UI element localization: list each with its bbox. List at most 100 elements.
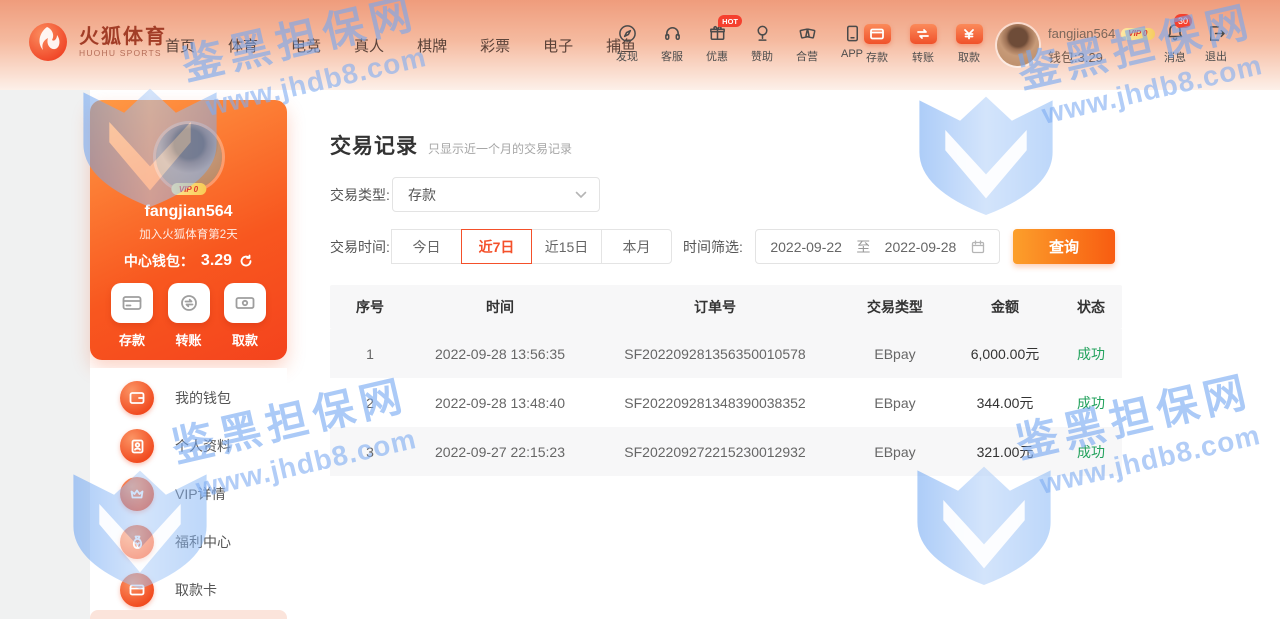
logout-icon	[1207, 24, 1226, 43]
col-header-seq: 序号	[330, 297, 410, 317]
top-header: 火狐体育 HUOHU SPORTS 首页体育电竞真人棋牌彩票电子捕鱼 发现 客服…	[0, 0, 1280, 90]
sidebar-item-personal-info[interactable]: 个人资料	[90, 422, 287, 470]
type-filter-label: 交易类型:	[330, 185, 400, 205]
quick-label: 存款	[866, 49, 888, 65]
cell-status: 成功	[1060, 344, 1122, 364]
transfer-arrows-icon	[168, 283, 210, 323]
deposit-quick-button[interactable]: 存款	[861, 24, 893, 65]
messages-button[interactable]: 30 消息	[1158, 22, 1192, 65]
withdraw-button[interactable]: 取款	[224, 283, 266, 349]
time-filter-label: 交易时间:	[330, 237, 400, 257]
sponsor-link[interactable]: 赞助	[747, 24, 777, 64]
cell-order-number: SF202209272215230012932	[590, 444, 840, 460]
date-separator: 至	[856, 237, 870, 257]
left-gutter	[0, 90, 90, 619]
nav-item[interactable]: 电竞	[291, 35, 321, 56]
date-to-value: 2022-09-28	[885, 239, 957, 255]
action-label: 存款	[119, 330, 145, 349]
refresh-icon[interactable]	[239, 254, 253, 268]
page-subtitle: 只显示近一个月的交易记录	[428, 140, 572, 157]
discover-link[interactable]: 发现	[612, 24, 642, 64]
transfer-quick-button[interactable]: 转账	[907, 24, 939, 65]
time-tab[interactable]: 本月	[601, 229, 672, 264]
wallet-icon	[120, 381, 154, 415]
sidebar-item-vip-details[interactable]: VIP详情	[90, 470, 287, 518]
col-header-time: 时间	[410, 297, 590, 317]
center-wallet-value: 3.29	[201, 252, 232, 270]
main-nav: 首页体育电竞真人棋牌彩票电子捕鱼	[165, 0, 636, 90]
sidebar-item-label: 我的钱包	[175, 388, 231, 408]
nav-item[interactable]: 棋牌	[417, 35, 447, 56]
profile-avatar[interactable]: VIP 0	[156, 124, 222, 190]
profile-joined-days: 加入火狐体育第2天	[90, 226, 287, 242]
money-bag-icon	[120, 525, 154, 559]
time-tab[interactable]: 近7日	[461, 229, 532, 264]
app-phone-icon	[843, 24, 862, 43]
cell-seq: 1	[330, 346, 410, 362]
nav-item[interactable]: 体育	[228, 35, 258, 56]
avatar[interactable]	[997, 24, 1039, 66]
quick-label: 取款	[958, 49, 980, 65]
partner-icon	[798, 24, 817, 43]
sidebar-item-welfare-center[interactable]: 福利中心	[90, 518, 287, 566]
sidebar-item-withdraw-card[interactable]: 取款卡	[90, 566, 287, 614]
feature-links: 发现 客服 HOT 优惠 赞助 合营	[612, 24, 867, 64]
sidebar-item-label: VIP详情	[175, 484, 226, 504]
logout-button[interactable]: 退出	[1200, 24, 1232, 64]
time-tab[interactable]: 近15日	[531, 229, 602, 264]
vip-badge: VIP 0	[1121, 28, 1154, 40]
nav-item[interactable]: 真人	[354, 35, 384, 56]
next-card-edge	[90, 610, 287, 619]
search-button[interactable]: 查询	[1013, 229, 1115, 264]
withdraw-quick-button[interactable]: 取款	[953, 24, 985, 65]
col-header-order: 订单号	[590, 297, 840, 317]
table-header-row: 序号 时间 订单号 交易类型 金额 状态	[330, 285, 1122, 329]
col-header-amount: 金额	[950, 297, 1060, 317]
feature-label: 赞助	[751, 48, 773, 64]
action-label: 取款	[232, 330, 258, 349]
nav-item[interactable]: 彩票	[480, 35, 510, 56]
transfer-button[interactable]: 转账	[168, 283, 210, 349]
brand-logo[interactable]: 火狐体育 HUOHU SPORTS	[26, 20, 167, 64]
date-filter-label: 时间筛选:	[683, 237, 755, 257]
nav-item[interactable]: 电子	[543, 35, 573, 56]
quick-actions: 存款 转账 取款	[861, 24, 985, 65]
cell-time: 2022-09-27 22:15:23	[410, 444, 590, 460]
nav-item[interactable]: 首页	[165, 35, 195, 56]
cell-status: 成功	[1060, 393, 1122, 413]
notification-count-badge: 30	[1174, 14, 1192, 28]
cell-amount: 344.00元	[950, 393, 1060, 413]
date-range-picker[interactable]: 2022-09-22 至 2022-09-28	[755, 229, 1000, 264]
sponsor-icon	[753, 24, 772, 43]
cell-order-number: SF202209281348390038352	[590, 395, 840, 411]
hot-badge: HOT	[718, 15, 742, 27]
transaction-type-select[interactable]: 存款	[392, 177, 600, 212]
profile-vip-badge: VIP 0	[171, 183, 206, 195]
user-info[interactable]: fangjian564 VIP 0 钱包:3.29	[997, 24, 1155, 66]
sidebar-item-label: 取款卡	[175, 580, 217, 600]
deposit-button[interactable]: 存款	[111, 283, 153, 349]
id-card-icon	[120, 429, 154, 463]
col-header-status: 状态	[1060, 297, 1122, 317]
username: fangjian564	[1048, 26, 1115, 41]
support-link[interactable]: 客服	[657, 24, 687, 64]
brand-subtitle: HUOHU SPORTS	[79, 48, 167, 58]
withdraw-cash-icon	[224, 283, 266, 323]
col-header-type: 交易类型	[840, 297, 950, 317]
headset-icon	[663, 24, 682, 43]
time-tab[interactable]: 今日	[391, 229, 462, 264]
transfer-icon	[910, 24, 937, 44]
partner-link[interactable]: 合营	[792, 24, 822, 64]
cell-seq: 2	[330, 395, 410, 411]
deposit-icon	[864, 24, 891, 44]
compass-icon	[618, 24, 637, 43]
bank-card-icon	[120, 573, 154, 607]
fox-flame-icon	[26, 20, 70, 64]
deposit-card-icon	[111, 283, 153, 323]
promo-link[interactable]: HOT 优惠	[702, 24, 732, 64]
sidebar-item-my-wallet[interactable]: 我的钱包	[90, 374, 287, 422]
sidebar-item-label: 福利中心	[175, 532, 231, 552]
cell-seq: 3	[330, 444, 410, 460]
profile-card: VIP 0 fangjian564 加入火狐体育第2天 中心钱包： 3.29 存…	[90, 100, 287, 360]
feature-label: 合营	[796, 48, 818, 64]
